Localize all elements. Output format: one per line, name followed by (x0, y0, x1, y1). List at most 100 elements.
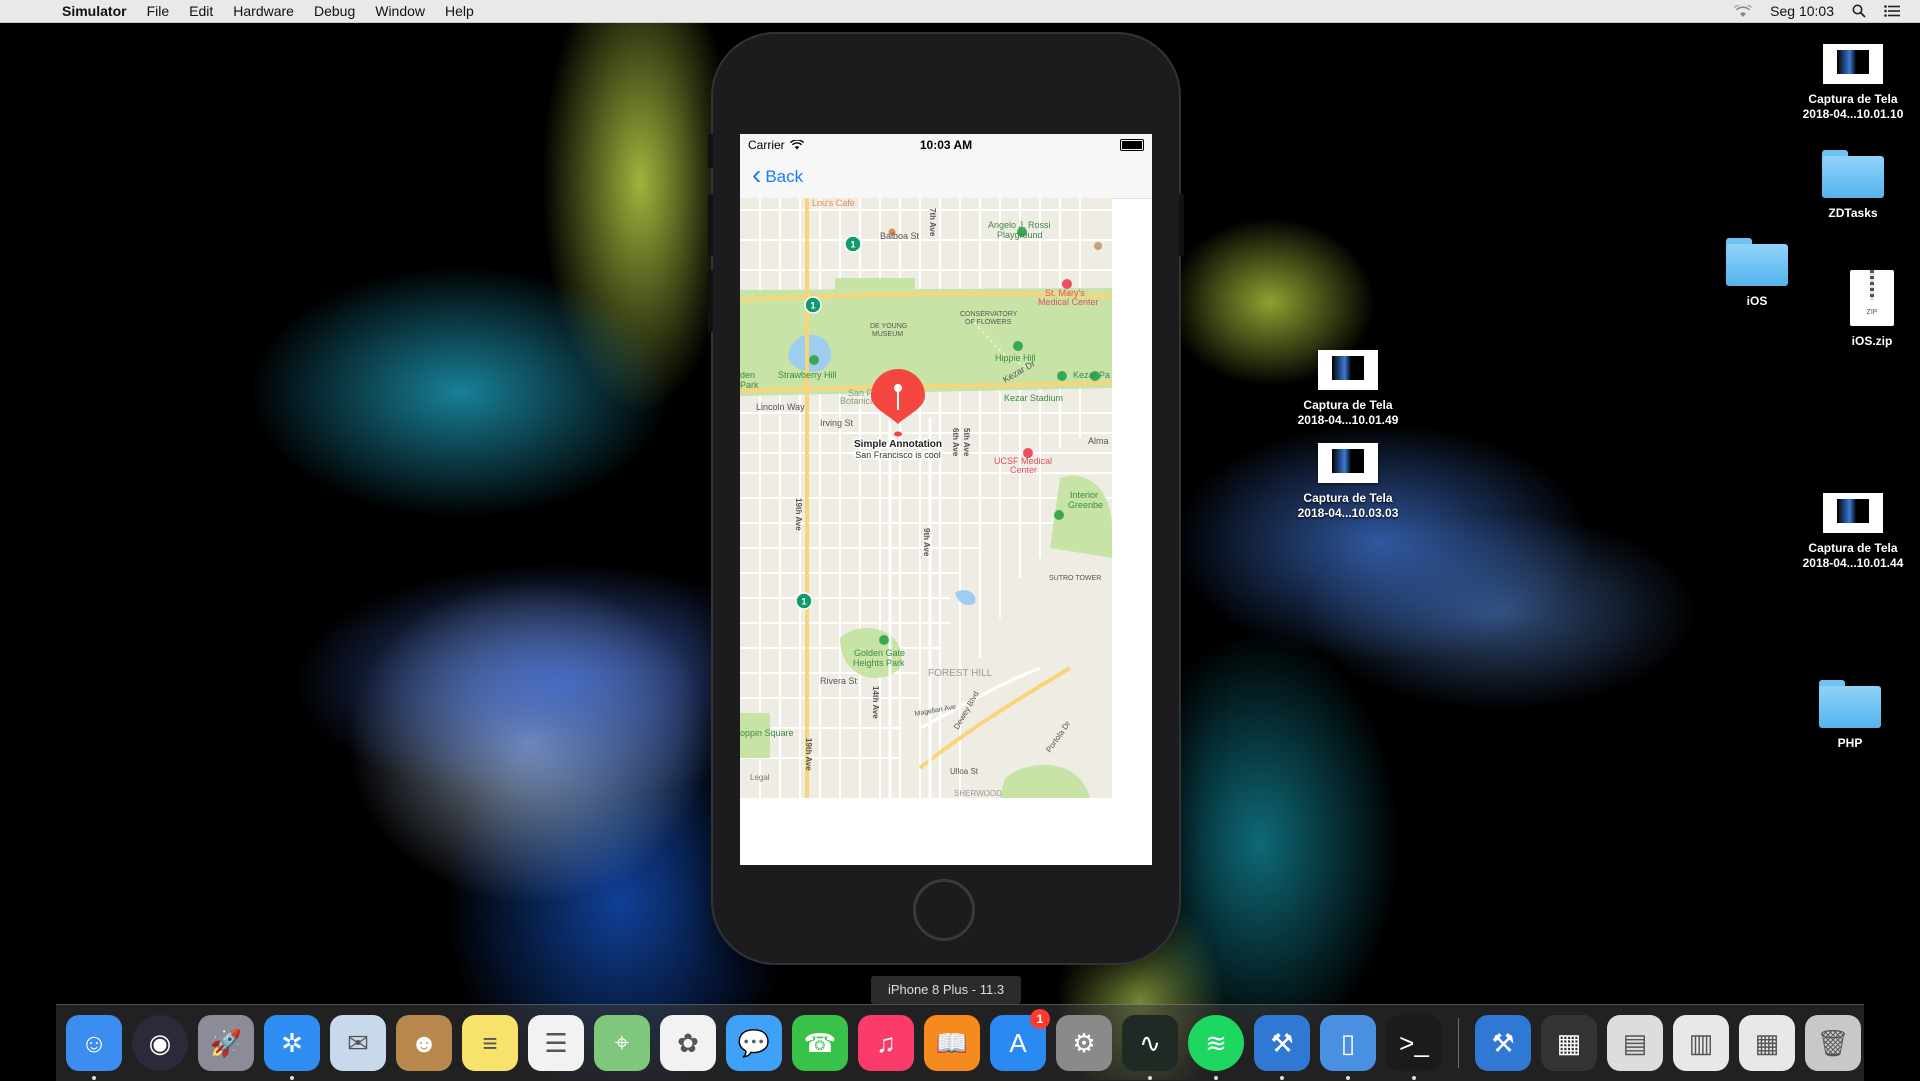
dock-messages-app[interactable]: 💬 (726, 1015, 782, 1071)
dock-simulator-app[interactable]: ▯ (1320, 1015, 1376, 1080)
reminders-icon: ☰ (544, 1027, 568, 1058)
running-indicator (1148, 1076, 1152, 1080)
dock-terminal-app[interactable]: >_ (1386, 1015, 1442, 1080)
desktop-file-screenshot-4[interactable]: Captura de Tela 2018-04...10.01.44 (1793, 493, 1913, 571)
svg-text:Kezar Pa: Kezar Pa (1073, 370, 1110, 380)
svg-text:Portola Dr: Portola Dr (1044, 719, 1072, 754)
dock-facetime-app[interactable]: ☎ (792, 1015, 848, 1071)
svg-text:Park: Park (740, 380, 759, 390)
ibooks-icon: 📖 (935, 1027, 969, 1058)
dock-photos-app[interactable]: ✿ (660, 1015, 716, 1071)
running-indicator (1214, 1076, 1218, 1080)
chevron-left-icon: ‹ (752, 159, 762, 190)
dock-reminders-app[interactable]: ☰ (528, 1015, 584, 1071)
menu-hardware[interactable]: Hardware (223, 0, 304, 22)
route-1-icon: 1 (844, 235, 862, 253)
svg-text:Heights Park: Heights Park (853, 658, 905, 668)
menu-bar: Simulator File Edit Hardware Debug Windo… (0, 0, 1920, 23)
dock-xcode-app[interactable]: ⚒ (1254, 1015, 1310, 1080)
maps-icon: ⌖ (614, 1027, 630, 1057)
notification-center-icon[interactable] (1884, 5, 1900, 17)
finder-icon: ☺ (80, 1027, 108, 1058)
annotation-subtitle: San Francisco is cool (855, 450, 941, 460)
dock-maps-app[interactable]: ⌖ (594, 1015, 650, 1071)
svg-text:7th Ave: 7th Ave (928, 208, 937, 237)
dock-launchpad-app[interactable]: 🚀 (198, 1015, 254, 1071)
desktop-folder-ios[interactable]: iOS (1697, 238, 1817, 309)
dock-safari-app[interactable]: ✲ (264, 1015, 320, 1080)
desktop-icon-label: iOS (1746, 294, 1768, 308)
menu-edit[interactable]: Edit (179, 0, 223, 22)
menubar-clock[interactable]: Seg 10:03 (1770, 3, 1834, 19)
svg-text:Lincoln Way: Lincoln Way (756, 402, 805, 412)
dock-documents-stack-app[interactable]: ▤ (1607, 1015, 1663, 1071)
dock-notes-app[interactable]: ≡ (462, 1015, 518, 1071)
desktop-file-screenshot-1[interactable]: Captura de Tela 2018-04...10.01.10 (1793, 44, 1913, 122)
volume-down-button[interactable] (708, 270, 713, 332)
dock-stack-app[interactable]: ▦ (1541, 1015, 1597, 1071)
map-legal-link[interactable]: Legal (750, 773, 770, 782)
mute-switch[interactable] (708, 134, 713, 168)
dock-itunes-app[interactable]: ♫ (858, 1015, 914, 1071)
desktop-icon-label: iOS.zip (1851, 334, 1893, 348)
launchpad-icon: 🚀 (209, 1027, 243, 1058)
folder-icon (1726, 238, 1788, 286)
menu-app-name[interactable]: Simulator (52, 0, 137, 22)
svg-text:19th Ave: 19th Ave (794, 498, 803, 531)
desktop-folder-php[interactable]: PHP (1790, 680, 1910, 751)
volume-up-button[interactable] (708, 194, 713, 256)
back-button-label: Back (765, 167, 804, 186)
svg-text:Balboa St: Balboa St (880, 231, 920, 241)
svg-text:1: 1 (801, 597, 806, 607)
dock-downloads-stack-app[interactable]: ▥ (1673, 1015, 1729, 1071)
dock-ibooks-app[interactable]: 📖 (924, 1015, 980, 1071)
mail-icon: ✉ (347, 1027, 369, 1058)
messages-icon: 💬 (737, 1027, 771, 1058)
svg-text:Golden Gate: Golden Gate (854, 648, 905, 658)
back-button[interactable]: ‹ Back (752, 159, 804, 191)
dock-appstore-app[interactable]: A1 (990, 1009, 1050, 1071)
desktop-file-screenshot-2[interactable]: Captura de Tela 2018-04...10.01.49 (1288, 350, 1408, 428)
dock-mail-app[interactable]: ✉ (330, 1015, 386, 1071)
safari-icon: ✲ (281, 1027, 303, 1058)
map-view[interactable]: 1 1 1 Lou's Cafe Balboa St Angelo J. Ros… (740, 198, 1112, 798)
xcode-icon: ⚒ (1491, 1027, 1515, 1058)
dock-siri-app[interactable]: ◉ (132, 1015, 188, 1071)
menu-debug[interactable]: Debug (304, 0, 365, 22)
svg-text:Kezar Stadium: Kezar Stadium (1004, 393, 1063, 403)
power-button[interactable] (1179, 194, 1184, 256)
dock-spotify-app[interactable]: ≋ (1188, 1015, 1244, 1080)
home-button[interactable] (913, 879, 975, 941)
photos-icon: ✿ (677, 1027, 699, 1058)
dock-finder-app[interactable]: ☺ (66, 1015, 122, 1080)
dock-gear-app[interactable]: ⚙ (1056, 1015, 1112, 1071)
wifi-icon[interactable] (1734, 4, 1753, 18)
menu-help[interactable]: Help (435, 0, 484, 22)
simulator-device-label: iPhone 8 Plus - 11.3 (871, 976, 1021, 1004)
svg-text:1: 1 (850, 240, 855, 250)
menu-window[interactable]: Window (365, 0, 435, 22)
screenshot-thumbnail-icon (1823, 44, 1883, 84)
documents-stack-icon: ▤ (1622, 1027, 1648, 1058)
notes-icon: ≡ (482, 1027, 498, 1058)
iphone-simulator-frame: Carrier 10:03 AM ‹ Back 1 1 1 Lou's Cafe… (708, 34, 1184, 963)
spotlight-search-icon[interactable] (1852, 4, 1866, 18)
dock-activity-monitor-app[interactable]: ∿ (1122, 1015, 1178, 1080)
downloads-stack-icon: ▥ (1688, 1027, 1714, 1058)
dock-applications-stack-app[interactable]: ▦ (1739, 1015, 1795, 1071)
desktop-file-ios-zip[interactable]: ZIP iOS.zip (1812, 270, 1920, 349)
dock-contacts-app[interactable]: ☻ (396, 1015, 452, 1071)
screenshot-thumbnail-icon (1823, 493, 1883, 533)
dock-trash-app[interactable]: 🗑 (1805, 1015, 1861, 1071)
running-indicator (1346, 1076, 1350, 1080)
applications-stack-icon: ▦ (1754, 1027, 1780, 1058)
desktop-file-screenshot-3[interactable]: Captura de Tela 2018-04...10.03.03 (1288, 443, 1408, 521)
svg-text:5th Ave: 5th Ave (962, 428, 971, 457)
menu-file[interactable]: File (137, 0, 180, 22)
desktop-folder-zdtasks[interactable]: ZDTasks (1793, 150, 1913, 221)
gear-icon: ⚙ (1072, 1027, 1096, 1058)
dock-xcode-app[interactable]: ⚒ (1475, 1015, 1531, 1071)
svg-text:9th Ave: 9th Ave (922, 528, 931, 557)
svg-text:14th Ave: 14th Ave (871, 686, 880, 719)
xcode-icon: ⚒ (1270, 1027, 1294, 1058)
